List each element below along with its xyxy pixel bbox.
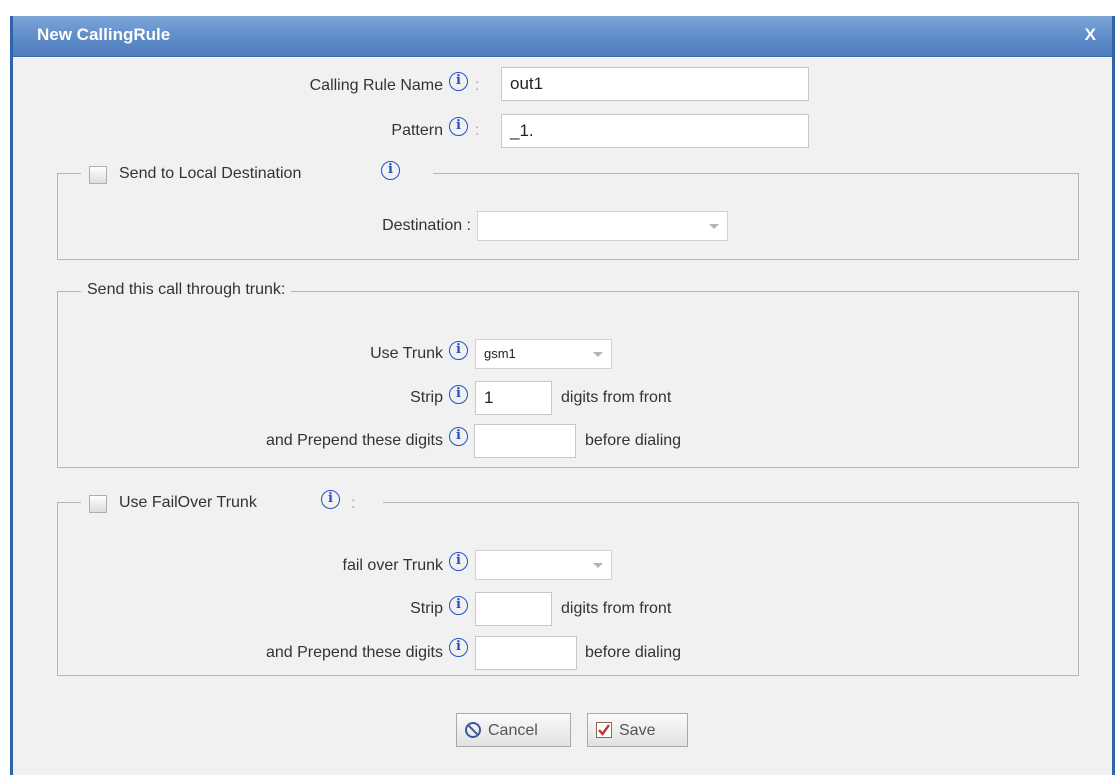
info-icon[interactable]: i — [321, 490, 340, 509]
strip-suffix: digits from front — [561, 389, 672, 406]
strip-label: Strip — [410, 389, 443, 406]
send-to-local-destination-label: Send to Local Destination — [119, 165, 302, 182]
info-icon[interactable]: i — [449, 596, 468, 615]
save-button[interactable]: Save — [587, 713, 688, 747]
failover-strip-suffix: digits from front — [561, 600, 672, 617]
info-icon[interactable]: i — [381, 161, 400, 180]
local-destination-legend: Send to Local Destination i — [81, 161, 433, 186]
info-icon[interactable]: i — [449, 385, 468, 404]
use-failover-trunk-checkbox[interactable] — [89, 495, 107, 513]
calling-rule-name-label: Calling Rule Name — [309, 77, 443, 94]
chevron-down-icon — [593, 352, 603, 357]
info-icon[interactable]: i — [449, 427, 468, 446]
failover-prepend-label: and Prepend these digits — [265, 644, 443, 661]
info-icon[interactable]: i — [449, 638, 468, 657]
colon: : — [475, 77, 480, 94]
fail-over-trunk-select[interactable] — [475, 550, 612, 580]
fail-over-trunk-label: fail over Trunk — [342, 557, 443, 574]
calling-rule-name-input[interactable]: out1 — [501, 67, 809, 101]
use-trunk-value: gsm1 — [484, 346, 516, 361]
new-calling-rule-dialog: New CallingRule X Calling Rule Name i : … — [10, 16, 1115, 775]
colon: : — [475, 122, 480, 139]
info-icon[interactable]: i — [449, 117, 468, 136]
dialog-titlebar[interactable]: New CallingRule X — [13, 16, 1112, 57]
chevron-down-icon — [593, 563, 603, 568]
use-failover-trunk-label: Use FailOver Trunk — [119, 494, 257, 511]
strip-input[interactable]: 1 — [475, 381, 552, 415]
failover-prepend-input[interactable] — [475, 636, 577, 670]
save-label: Save — [619, 722, 656, 739]
cancel-icon — [465, 722, 481, 738]
colon: : — [351, 495, 356, 512]
chevron-down-icon — [709, 224, 719, 229]
failover-legend: Use FailOver Trunk i : — [81, 490, 383, 515]
use-trunk-label: Use Trunk — [370, 345, 443, 362]
trunk-legend: Send this call through trunk: — [81, 281, 292, 299]
failover-prepend-suffix: before dialing — [585, 644, 682, 661]
prepend-input[interactable] — [474, 424, 576, 458]
pattern-input[interactable]: _1. — [501, 114, 809, 148]
destination-label: Destination : — [382, 217, 471, 234]
prepend-label: and Prepend these digits — [265, 432, 443, 449]
cancel-label: Cancel — [488, 722, 538, 739]
failover-strip-input[interactable] — [475, 592, 552, 626]
checkbox-save-icon — [596, 722, 612, 738]
info-icon[interactable]: i — [449, 552, 468, 571]
info-icon[interactable]: i — [449, 341, 468, 360]
prepend-suffix: before dialing — [585, 432, 682, 449]
send-to-local-destination-checkbox[interactable] — [89, 166, 107, 184]
info-icon[interactable]: i — [449, 72, 468, 91]
use-trunk-select[interactable]: gsm1 — [475, 339, 612, 369]
cancel-button[interactable]: Cancel — [456, 713, 571, 747]
pattern-label: Pattern — [391, 122, 443, 139]
destination-select[interactable] — [477, 211, 728, 241]
close-button[interactable]: X — [1085, 25, 1096, 45]
dialog-title: New CallingRule — [37, 25, 171, 44]
failover-strip-label: Strip — [410, 600, 443, 617]
